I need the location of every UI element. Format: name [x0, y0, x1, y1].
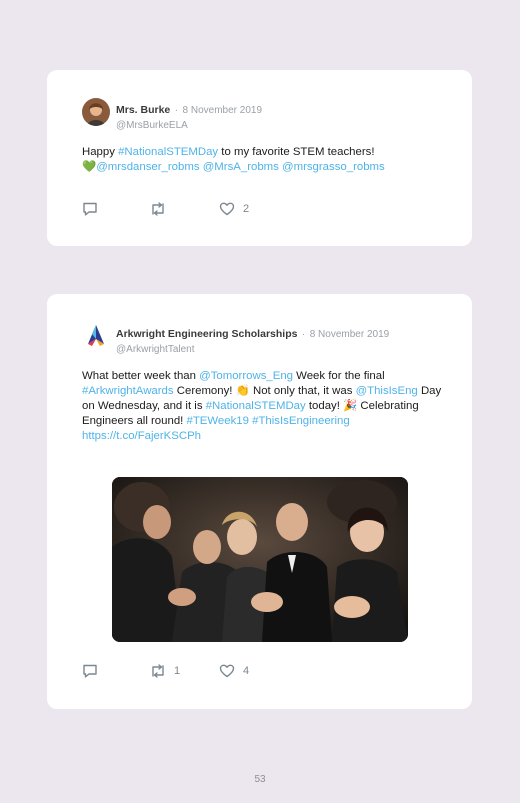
tweet-date[interactable]: 8 November 2019 — [310, 329, 390, 340]
tweet-header: Mrs. Burke · 8 November 2019 @MrsBurkeEL… — [116, 100, 262, 131]
url-link[interactable]: https://t.co/FajerKSCPh — [82, 430, 201, 442]
text-segment: Ceremony! — [173, 385, 236, 397]
hashtag-link[interactable]: #ArkwrightAwards — [82, 385, 174, 397]
author-name[interactable]: Mrs. Burke — [116, 104, 170, 116]
tweet-date[interactable]: 8 November 2019 — [183, 105, 263, 116]
tweet-card-arkwright: Arkwright Engineering Scholarships · 8 N… — [47, 294, 472, 709]
author-handle[interactable]: @ArkwrightTalent — [116, 344, 389, 355]
hashtag-link[interactable]: #NationalSTEMDay — [118, 146, 218, 158]
hashtag-link[interactable]: #TEWeek19 — [186, 415, 248, 427]
like-button[interactable]: 2 — [219, 202, 249, 216]
tweet-header: Arkwright Engineering Scholarships · 8 N… — [116, 324, 389, 355]
retweet-icon — [152, 202, 164, 216]
page-number: 53 — [254, 774, 266, 785]
like-count: 2 — [243, 203, 250, 215]
audience-applauding-photo — [112, 477, 408, 642]
like-button[interactable]: 4 — [219, 664, 249, 678]
tweet-text: Happy #NationalSTEMDay to my favorite ST… — [82, 145, 442, 175]
reply-icon — [83, 664, 97, 678]
text-segment: What better week than — [82, 370, 200, 382]
retweet-button[interactable]: 1 — [150, 664, 180, 678]
tweet-text: What better week than @Tomorrows_Eng Wee… — [82, 369, 442, 444]
mention-link[interactable]: @MrsA_robms — [203, 161, 279, 173]
like-count: 4 — [243, 665, 250, 677]
date-separator: · — [301, 329, 306, 340]
text-segment: Happy — [82, 146, 119, 158]
text-segment: Not only that, it was — [249, 385, 356, 397]
retweet-icon — [152, 664, 164, 678]
retweet-button[interactable] — [150, 202, 166, 216]
tweet-media-image[interactable] — [112, 477, 408, 642]
heart-icon — [219, 664, 235, 678]
author-handle[interactable]: @MrsBurkeELA — [116, 120, 262, 131]
avatar[interactable] — [82, 322, 110, 350]
avatar[interactable] — [82, 98, 110, 126]
date-separator: · — [174, 105, 179, 116]
tweet-card-mrs-burke: Mrs. Burke · 8 November 2019 @MrsBurkeEL… — [47, 70, 472, 246]
text-segment: Week for the final — [293, 370, 385, 382]
text-segment: to my favorite STEM teachers! — [218, 146, 375, 158]
retweet-count: 1 — [174, 665, 181, 677]
mention-link[interactable]: @mrsgrasso_robms — [282, 161, 385, 173]
mention-link[interactable]: @Tomorrows_Eng — [199, 370, 293, 382]
heart-icon — [219, 202, 235, 216]
reply-button[interactable] — [82, 202, 98, 216]
hashtag-link[interactable]: #ThisIsEngineering — [252, 415, 350, 427]
hashtag-link[interactable]: #NationalSTEMDay — [206, 400, 306, 412]
reply-button[interactable] — [82, 664, 98, 678]
reply-icon — [83, 202, 97, 216]
green-heart-emoji: 💚 — [82, 161, 97, 173]
mention-link[interactable]: @ThisIsEng — [356, 385, 418, 397]
text-segment: today! — [305, 400, 344, 412]
author-name[interactable]: Arkwright Engineering Scholarships — [116, 328, 297, 340]
clapping-emoji: 👏 — [235, 385, 250, 397]
party-popper-emoji: 🎉 — [343, 400, 358, 412]
mention-link[interactable]: @mrsdanser_robms — [96, 161, 199, 173]
